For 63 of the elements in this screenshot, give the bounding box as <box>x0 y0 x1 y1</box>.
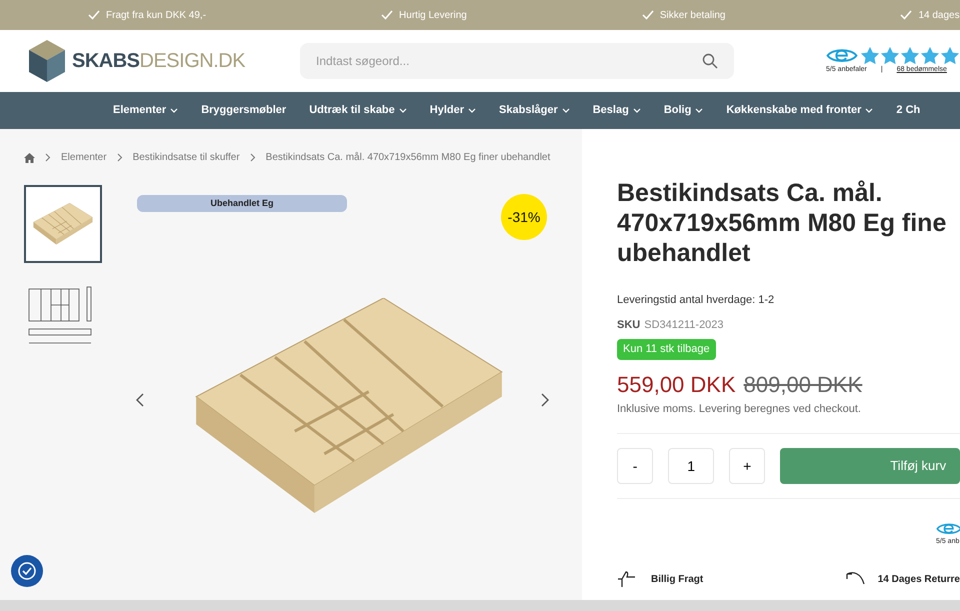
search-icon[interactable] <box>702 53 718 69</box>
delivery-text: Leveringstid antal hverdage: 1-2 <box>617 293 776 308</box>
star-icon <box>900 46 920 66</box>
star-icon <box>880 46 900 66</box>
quantity-plus-button[interactable]: + <box>729 448 766 484</box>
search-input[interactable]: Indtast søgeord... <box>316 52 616 70</box>
check-icon <box>642 10 654 20</box>
check-icon <box>381 10 394 20</box>
breadcrumb-link[interactable]: Elementer <box>61 150 107 165</box>
sku-value: SD341211-2023 <box>644 318 724 332</box>
cutlery-tray-drawing <box>33 203 93 245</box>
cookie-button[interactable] <box>11 555 43 587</box>
thumbnail[interactable] <box>24 185 102 263</box>
chevron-down-icon <box>562 108 570 114</box>
chevron-right-icon <box>45 153 51 162</box>
chevron-right-icon[interactable] <box>541 393 549 407</box>
stock-badge: Kun 11 stk tilbage <box>617 339 716 360</box>
check-icon <box>88 10 100 20</box>
discount-badge: -31% <box>501 194 547 240</box>
tag-pill: Ubehandlet Eg <box>137 195 347 212</box>
search-field[interactable]: Indtast søgeord... <box>300 43 734 79</box>
usp-text: 14 dages <box>918 8 960 22</box>
nav-item[interactable]: Elementer <box>113 102 178 119</box>
eye-logo-icon <box>936 521 960 537</box>
feature-title: Billig Fragt <box>651 572 704 587</box>
nav-item[interactable]: Bolig <box>664 102 704 119</box>
chevron-down-icon <box>170 108 178 114</box>
sku-label: SKU <box>617 318 640 332</box>
chevron-down-icon <box>695 108 704 114</box>
sale-price: 559,00 DKK <box>617 370 736 398</box>
logo-text[interactable]: SKABSDESIGN.DK <box>72 46 246 76</box>
nav-item[interactable]: Skabslåger <box>499 102 570 119</box>
nav-item[interactable]: Køkkenskabe med fronter <box>726 102 874 119</box>
quantity-field[interactable]: 1 <box>668 448 714 484</box>
product-title: Bestikindsats Ca. mål. 470x719x56mm M80 Eg fine ubehandlet <box>617 178 948 268</box>
nav-item[interactable]: 2 Ch <box>896 102 920 119</box>
chevron-down-icon <box>468 108 476 114</box>
star-icon <box>940 46 960 66</box>
quantity-minus-button[interactable]: - <box>617 448 654 484</box>
chevron-left-icon[interactable] <box>136 393 144 407</box>
star-icon <box>860 46 880 66</box>
price-note: Inklusive moms. Levering beregnes ved checkout. <box>617 402 862 416</box>
add-to-cart-button[interactable]: Tilføj kurv <box>780 448 960 484</box>
cube-logo-icon <box>28 39 66 83</box>
old-price: 809,00 DKK <box>744 370 862 398</box>
star-icon <box>920 46 940 66</box>
usp-text: Fragt fra kun DKK 49,- <box>106 8 206 22</box>
check-icon <box>900 10 912 20</box>
nav-item[interactable]: Udtræk til skabe <box>309 102 407 119</box>
nav-item[interactable]: Hylder <box>430 102 476 119</box>
cookie-check-icon <box>17 561 37 581</box>
home-icon[interactable] <box>24 152 35 162</box>
nav-item[interactable]: Bryggersmøbler <box>201 102 286 119</box>
chevron-down-icon <box>632 108 641 114</box>
feature-title: 14 Dages Returre <box>878 572 960 587</box>
chevron-right-icon <box>116 153 123 162</box>
nav-item[interactable]: Beslag <box>592 102 641 119</box>
chevron-down-icon <box>865 108 874 114</box>
breadcrumb-link[interactable]: Bestikindsatse til skuffer <box>132 150 240 165</box>
usp-text: Hurtig Levering <box>399 8 467 22</box>
chevron-down-icon <box>398 108 407 114</box>
usp-text: Sikker betaling <box>660 8 726 22</box>
chevron-right-icon <box>250 153 256 162</box>
